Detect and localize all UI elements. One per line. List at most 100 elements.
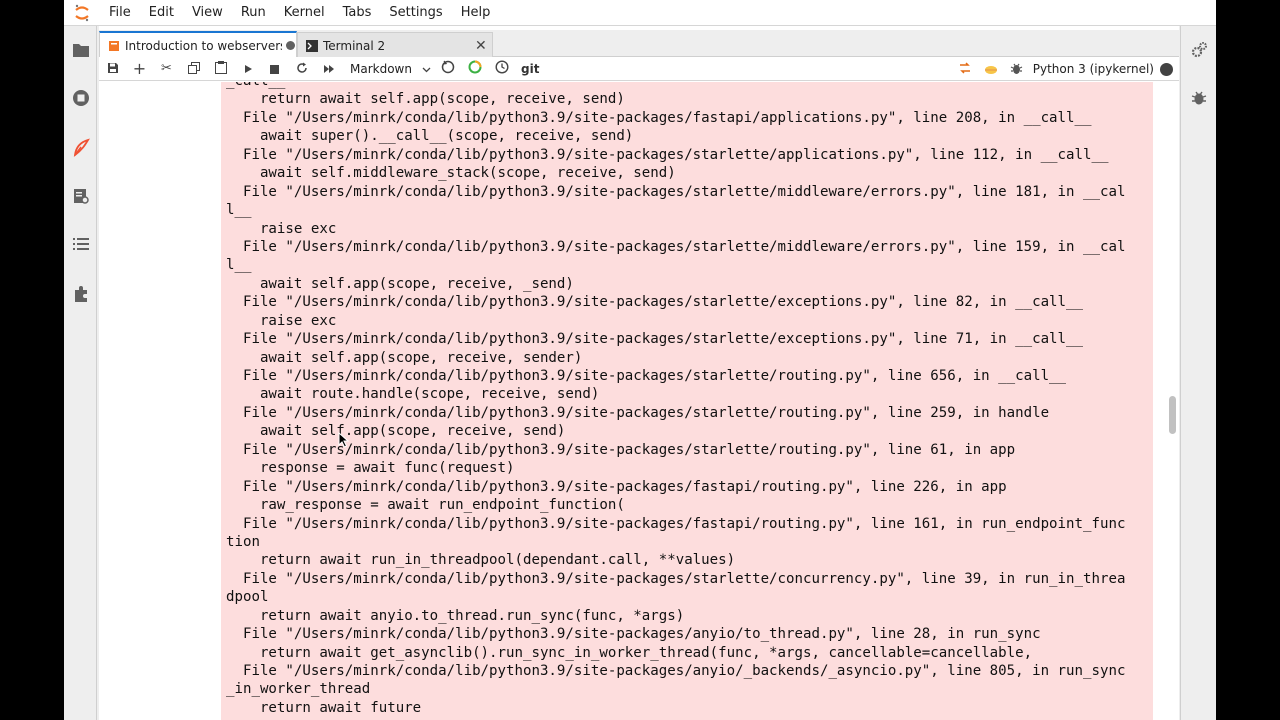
- git-button[interactable]: git: [521, 62, 539, 76]
- copy-button[interactable]: [180, 57, 207, 81]
- refresh-icon: [296, 59, 308, 78]
- jupyter-logo-icon[interactable]: [64, 0, 100, 26]
- main-area: Introduction to webservers.i Terminal 2 …: [99, 26, 1179, 720]
- traceback-line: File "/Users/minrk/conda/lib/python3.9/s…: [226, 294, 1084, 311]
- document-tab-bar: Introduction to webservers.i Terminal 2 …: [99, 30, 1179, 58]
- traceback-line: tion: [226, 533, 260, 550]
- chevron-down-icon: [422, 62, 431, 76]
- save-button[interactable]: [99, 57, 126, 81]
- traceback-line: File "/Users/minrk/conda/lib/python3.9/s…: [226, 331, 1084, 348]
- screen-edge: [1216, 0, 1280, 720]
- notebook-toolbar: + ✂ Markdown git Python 3 (ipykernel): [99, 57, 1179, 81]
- menu-file[interactable]: File: [100, 0, 140, 26]
- traceback-line: raise exc: [226, 220, 337, 237]
- clock-icon: [494, 59, 509, 78]
- menu-help[interactable]: Help: [452, 0, 500, 26]
- traceback-line: await self.app(scope, receive, send): [226, 423, 566, 440]
- progress-ring-icon: [468, 59, 482, 78]
- sync-status-button[interactable]: [461, 57, 488, 81]
- kernel-status-area: Python 3 (ipykernel): [958, 57, 1173, 81]
- menu-run[interactable]: Run: [232, 0, 275, 26]
- save-icon: [107, 59, 119, 78]
- error-output-cell[interactable]: _call__ return await self.app(scope, rec…: [221, 82, 1153, 720]
- notebook-content[interactable]: _call__ return await self.app(scope, rec…: [99, 82, 1179, 720]
- restart-run-all-button[interactable]: [315, 57, 342, 81]
- menu-view[interactable]: View: [183, 0, 232, 26]
- traceback-line: return await future: [226, 699, 422, 716]
- traceback-line: await super().__call__(scope, receive, s…: [226, 128, 634, 145]
- restart-button[interactable]: [288, 57, 315, 81]
- traceback-line: _in_worker_thread: [226, 681, 371, 698]
- traceback-line: dpool: [226, 589, 269, 606]
- theme-icon[interactable]: [984, 60, 998, 79]
- traceback-line: File "/Users/minrk/conda/lib/python3.9/s…: [226, 404, 1050, 421]
- cell-type-value: Markdown: [350, 61, 412, 76]
- loop-icon: [441, 59, 455, 78]
- menu-tabs[interactable]: Tabs: [334, 0, 381, 26]
- left-sidebar: [64, 26, 97, 720]
- cell-type-dropdown[interactable]: Markdown: [350, 62, 434, 76]
- traceback-line: File "/Users/minrk/conda/lib/python3.9/s…: [226, 478, 1007, 495]
- traceback-line: response = await func(request): [226, 460, 515, 477]
- traceback-line: l__: [226, 202, 252, 219]
- notebook-icon: [108, 40, 120, 52]
- paste-icon: [214, 59, 227, 78]
- scrollbar-thumb[interactable]: [1169, 396, 1176, 434]
- traceback-line: File "/Users/minrk/conda/lib/python3.9/s…: [226, 570, 1126, 587]
- right-sidebar: [1180, 26, 1216, 720]
- traceback-line: File "/Users/minrk/conda/lib/python3.9/s…: [226, 626, 1041, 643]
- fast-forward-icon: [323, 59, 335, 78]
- menu-settings[interactable]: Settings: [380, 0, 451, 26]
- switch-icon[interactable]: [958, 60, 972, 79]
- table-of-contents-icon[interactable]: [69, 232, 93, 256]
- traceback-line: return await anyio.to_thread.run_sync(fu…: [226, 607, 685, 624]
- cut-button[interactable]: ✂: [153, 57, 180, 81]
- traceback-line: File "/Users/minrk/conda/lib/python3.9/s…: [226, 368, 1067, 384]
- traceback-line: return await self.app(scope, receive, se…: [226, 91, 625, 108]
- debugger-sidebar-icon[interactable]: [1187, 86, 1211, 110]
- play-icon: [243, 59, 253, 78]
- traceback-line: File "/Users/minrk/conda/lib/python3.9/s…: [226, 515, 1126, 532]
- menu-edit[interactable]: Edit: [140, 0, 183, 26]
- traceback-line: await self.app(scope, receive, sender): [226, 349, 583, 366]
- interrupt-button[interactable]: [261, 57, 288, 81]
- menu-kernel[interactable]: Kernel: [275, 0, 334, 26]
- traceback-line: await route.handle(scope, receive, send): [226, 386, 600, 403]
- history-button[interactable]: [488, 57, 515, 81]
- stop-icon: [270, 59, 279, 78]
- traceback-line: File "/Users/minrk/conda/lib/python3.9/s…: [226, 183, 1126, 200]
- close-icon[interactable]: ✕: [475, 38, 487, 54]
- tab-terminal-label: Terminal 2: [323, 38, 386, 53]
- scissors-icon: ✂: [161, 61, 172, 76]
- traceback-line: l__: [226, 257, 252, 274]
- tab-notebook-label: Introduction to webservers.i: [125, 38, 282, 53]
- traceback-line: await self.middleware_stack(scope, recei…: [226, 165, 676, 182]
- property-inspector-icon[interactable]: [69, 184, 93, 208]
- settings-gears-icon[interactable]: [1187, 38, 1211, 62]
- extension-manager-icon[interactable]: [69, 282, 93, 306]
- traceback-line: File "/Users/minrk/conda/lib/python3.9/s…: [226, 441, 1016, 458]
- kernel-busy-indicator-icon: [1160, 62, 1173, 76]
- tab-notebook[interactable]: Introduction to webservers.i: [99, 31, 297, 58]
- traceback-line: await self.app(scope, receive, _send): [226, 275, 574, 292]
- plus-icon: +: [132, 59, 147, 78]
- copy-icon: [187, 59, 200, 78]
- jupyterlab-window: File Edit View Run Kernel Tabs Settings …: [64, 0, 1216, 720]
- traceback-line: return await run_in_threadpool(dependant…: [226, 552, 736, 569]
- traceback-line: File "/Users/minrk/conda/lib/python3.9/s…: [226, 663, 1126, 679]
- traceback-line: raw_response = await run_endpoint_functi…: [226, 497, 625, 514]
- debugger-icon[interactable]: [1010, 60, 1023, 79]
- kernel-name[interactable]: Python 3 (ipykernel): [1033, 62, 1154, 76]
- nbgrader-button[interactable]: [434, 57, 461, 81]
- traceback-line: File "/Users/minrk/conda/lib/python3.9/s…: [226, 238, 1126, 255]
- insert-cell-button[interactable]: +: [126, 57, 153, 81]
- tab-terminal[interactable]: Terminal 2 ✕: [297, 32, 493, 58]
- git-icon[interactable]: [69, 136, 93, 160]
- traceback-line: File "/Users/minrk/conda/lib/python3.9/s…: [226, 109, 1092, 126]
- paste-button[interactable]: [207, 57, 234, 81]
- run-button[interactable]: [234, 57, 261, 81]
- traceback-line: File "/Users/minrk/conda/lib/python3.9/s…: [226, 146, 1109, 163]
- unsaved-dot-icon[interactable]: [286, 41, 295, 50]
- folder-icon[interactable]: [69, 38, 93, 62]
- running-sessions-icon[interactable]: [69, 86, 93, 110]
